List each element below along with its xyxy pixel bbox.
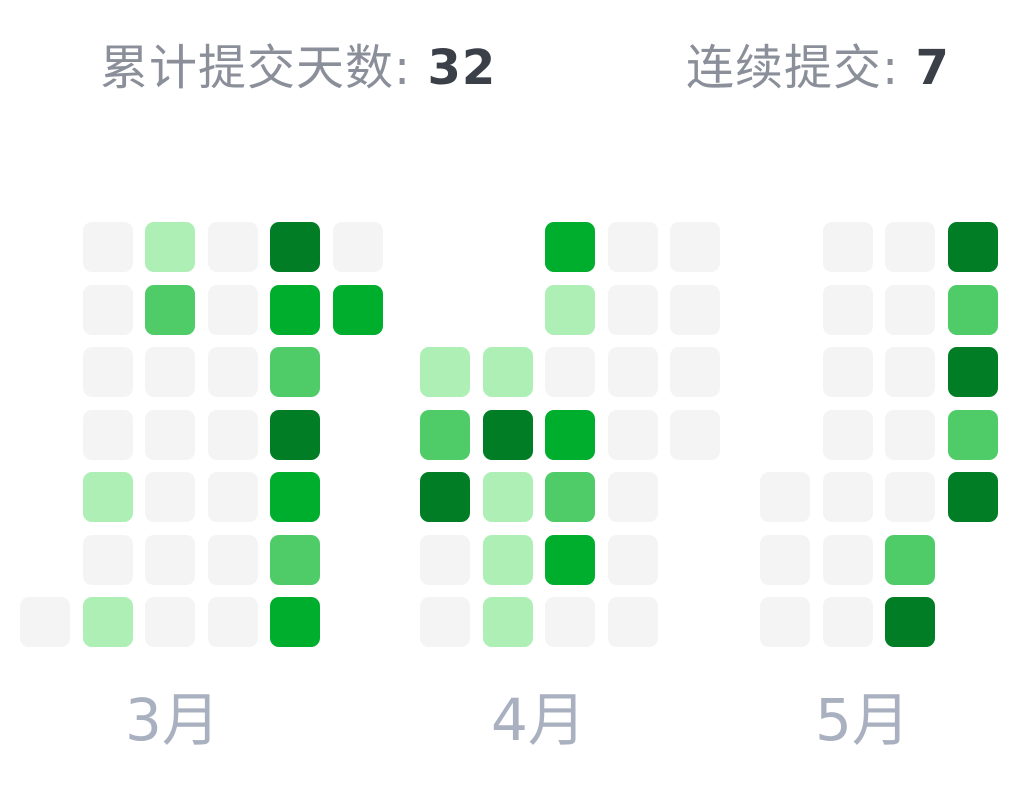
day-cell[interactable] (333, 285, 383, 335)
day-cell[interactable] (545, 535, 595, 585)
day-cell[interactable] (483, 410, 533, 460)
day-cell[interactable] (420, 535, 470, 585)
day-cell[interactable] (208, 410, 258, 460)
day-cell[interactable] (483, 535, 533, 585)
day-cell[interactable] (823, 410, 873, 460)
day-cell[interactable] (670, 347, 720, 397)
day-cell[interactable] (670, 285, 720, 335)
day-cell[interactable] (823, 285, 873, 335)
day-cell[interactable] (948, 472, 998, 522)
day-cell[interactable] (208, 472, 258, 522)
day-cell[interactable] (483, 347, 533, 397)
day-cell[interactable] (83, 222, 133, 272)
day-cell[interactable] (885, 535, 935, 585)
day-cell[interactable] (83, 597, 133, 647)
day-cell[interactable] (420, 410, 470, 460)
day-cell[interactable] (83, 347, 133, 397)
day-cell[interactable] (823, 347, 873, 397)
day-cell[interactable] (208, 285, 258, 335)
day-cell[interactable] (270, 535, 320, 585)
day-cell[interactable] (145, 410, 195, 460)
day-cell[interactable] (83, 472, 133, 522)
day-cell[interactable] (885, 347, 935, 397)
day-cell[interactable] (823, 597, 873, 647)
day-cell[interactable] (670, 410, 720, 460)
day-cell[interactable] (948, 285, 998, 335)
day-cell[interactable] (545, 222, 595, 272)
day-cell[interactable] (145, 285, 195, 335)
day-cell[interactable] (608, 222, 658, 272)
day-cell[interactable] (545, 410, 595, 460)
day-cell[interactable] (145, 472, 195, 522)
day-cell[interactable] (885, 410, 935, 460)
day-cell[interactable] (270, 472, 320, 522)
day-cell[interactable] (948, 222, 998, 272)
day-cell[interactable] (270, 347, 320, 397)
day-cell[interactable] (545, 597, 595, 647)
day-cell[interactable] (270, 222, 320, 272)
day-cell[interactable] (545, 347, 595, 397)
day-cell[interactable] (83, 535, 133, 585)
day-cell[interactable] (545, 472, 595, 522)
day-cell[interactable] (823, 222, 873, 272)
day-cell[interactable] (545, 285, 595, 335)
day-cell[interactable] (760, 535, 810, 585)
day-cell[interactable] (760, 472, 810, 522)
day-cell[interactable] (608, 597, 658, 647)
day-cell[interactable] (483, 597, 533, 647)
day-cell[interactable] (760, 597, 810, 647)
day-cell[interactable] (145, 597, 195, 647)
day-cell[interactable] (270, 285, 320, 335)
day-cell[interactable] (823, 472, 873, 522)
day-cell[interactable] (83, 410, 133, 460)
day-cell[interactable] (20, 597, 70, 647)
day-cell[interactable] (608, 347, 658, 397)
day-cell[interactable] (420, 347, 470, 397)
day-cell[interactable] (948, 347, 998, 397)
day-cell[interactable] (608, 410, 658, 460)
day-cell[interactable] (270, 410, 320, 460)
day-cell[interactable] (608, 535, 658, 585)
day-cell[interactable] (885, 222, 935, 272)
day-cell[interactable] (823, 535, 873, 585)
day-cell[interactable] (608, 285, 658, 335)
day-cell[interactable] (885, 472, 935, 522)
day-cell[interactable] (145, 535, 195, 585)
day-cell[interactable] (208, 347, 258, 397)
month-label: 5月 (815, 686, 910, 754)
day-cell[interactable] (420, 472, 470, 522)
day-cell[interactable] (145, 222, 195, 272)
month-label: 4月 (491, 686, 586, 754)
day-cell[interactable] (670, 222, 720, 272)
day-cell[interactable] (483, 472, 533, 522)
contribution-heatmap: 3月 4月 5月 (0, 0, 1024, 787)
day-cell[interactable] (885, 597, 935, 647)
day-cell[interactable] (608, 472, 658, 522)
day-cell[interactable] (208, 222, 258, 272)
day-cell[interactable] (885, 285, 935, 335)
day-cell[interactable] (145, 347, 195, 397)
day-cell[interactable] (208, 597, 258, 647)
day-cell[interactable] (83, 285, 133, 335)
month-label: 3月 (125, 686, 220, 754)
day-cell[interactable] (270, 597, 320, 647)
day-cell[interactable] (948, 410, 998, 460)
day-cell[interactable] (333, 222, 383, 272)
day-cell[interactable] (420, 597, 470, 647)
day-cell[interactable] (208, 535, 258, 585)
